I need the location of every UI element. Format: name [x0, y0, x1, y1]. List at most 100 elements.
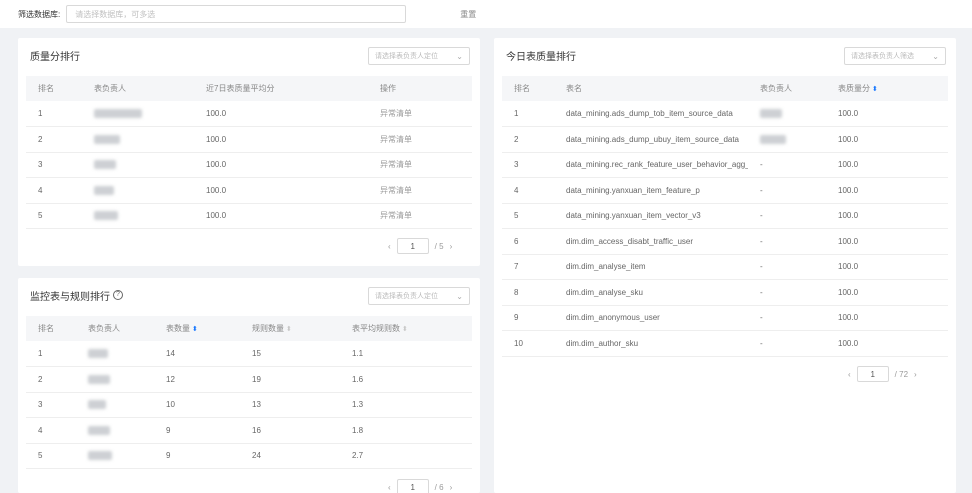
- owner-empty: -: [760, 211, 763, 221]
- database-filter-input[interactable]: [66, 5, 407, 23]
- owner-cell: -: [748, 152, 826, 178]
- table-row: 6 dim.dim_access_disabt_traffic_user - 100.…: [502, 228, 948, 255]
- page-total: / 5: [434, 241, 444, 251]
- quality-score-cell: 100.0: [826, 228, 948, 255]
- col-owner: 表负责人: [94, 84, 126, 93]
- today-rank-owner-select[interactable]: 请选择表负责人筛选 ⌄: [844, 47, 946, 65]
- owner-empty: -: [760, 160, 763, 170]
- page-number-input[interactable]: [856, 366, 889, 382]
- owner-empty: -: [760, 313, 763, 323]
- owner-empty: -: [760, 185, 763, 195]
- owner-cell: [82, 177, 194, 204]
- rank-cell: 4: [26, 177, 82, 204]
- redacted-owner: [760, 134, 786, 144]
- next-page-icon[interactable]: ›: [444, 242, 459, 251]
- score-cell: 100.0: [194, 101, 368, 127]
- col-avg-score: 近7日表质量平均分: [206, 84, 275, 93]
- col-rank: 排名: [38, 324, 54, 333]
- chevron-down-icon: ⌄: [456, 51, 463, 61]
- exception-list-link[interactable]: 异常清单: [380, 160, 412, 169]
- rank-cell: 3: [26, 392, 76, 418]
- page-number-input[interactable]: [396, 238, 429, 254]
- database-filter-label: 筛选数据库:: [18, 9, 61, 19]
- owner-cell: [76, 443, 154, 469]
- rule-rank-owner-select[interactable]: 请选择表负责人定位 ⌄: [368, 287, 470, 305]
- owner-cell: [82, 101, 194, 127]
- exception-list-link[interactable]: 异常清单: [380, 186, 412, 195]
- rank-cell: 2: [26, 126, 82, 153]
- col-avg-rules[interactable]: 表平均规则数 ⬍: [340, 316, 472, 341]
- table-count-cell: 9: [154, 443, 240, 469]
- rank-cell: 5: [502, 203, 554, 229]
- sort-icon[interactable]: ⬍: [872, 86, 878, 93]
- sort-icon[interactable]: ⬍: [192, 326, 198, 333]
- rank-cell: 3: [502, 152, 554, 178]
- prev-page-icon[interactable]: ‹: [842, 370, 857, 379]
- col-table-count[interactable]: 表数量 ⬍: [154, 316, 240, 341]
- score-cell: 100.0: [194, 126, 368, 153]
- col-avg-rules-label: 表平均规则数: [352, 324, 400, 333]
- exception-list-link[interactable]: 异常清单: [380, 135, 412, 144]
- owner-cell: -: [748, 279, 826, 306]
- redacted-owner: [88, 451, 112, 461]
- table-header-row: 排名 表负责人 近7日表质量平均分 操作: [26, 76, 472, 101]
- table-name-cell: dim.dim_analyse_sku: [554, 279, 748, 306]
- redacted-owner: [94, 211, 118, 221]
- sort-icon[interactable]: ⬍: [286, 326, 292, 333]
- redacted-owner: [94, 185, 114, 195]
- table-row: 2 12 19 1.6: [26, 366, 472, 393]
- rank-cell: 2: [502, 126, 554, 153]
- score-rank-title: 质量分排行: [30, 51, 80, 63]
- col-rule-count[interactable]: 规则数量 ⬍: [240, 316, 340, 341]
- action-cell: 异常清单: [368, 177, 472, 204]
- score-rank-select-placeholder: 请选择表负责人定位: [375, 53, 438, 60]
- rank-cell: 1: [26, 101, 82, 127]
- table-row: 3 10 13 1.3: [26, 392, 472, 418]
- table-row: 4 100.0 异常清单: [26, 177, 472, 204]
- table-name-cell: dim.dim_author_sku: [554, 330, 748, 357]
- col-action: 操作: [380, 84, 396, 93]
- help-icon[interactable]: ?: [113, 290, 123, 300]
- score-rank-owner-select[interactable]: 请选择表负责人定位 ⌄: [368, 47, 470, 65]
- today-rank-card: 今日表质量排行 请选择表负责人筛选 ⌄ 排名 表名 表负责人 表质量分 ⬍ 1 da…: [494, 38, 956, 493]
- avg-rule-cell: 1.3: [340, 392, 472, 418]
- quality-score-cell: 100.0: [826, 279, 948, 306]
- score-rank-pager: ‹ / 5 ›: [382, 238, 458, 254]
- reset-button[interactable]: 重置: [460, 9, 476, 20]
- table-row: 1 data_mining.ads_dump_tob_item_source_da…: [502, 101, 948, 127]
- rank-cell: 9: [502, 305, 554, 331]
- sort-icon[interactable]: ⬍: [402, 326, 408, 333]
- col-rule-count-label: 规则数量: [252, 324, 284, 333]
- page-number-input[interactable]: [396, 479, 429, 493]
- table-row: 5 data_mining.yanxuan_item_vector_v3 - 100.…: [502, 203, 948, 229]
- table-name-cell: data_mining.ads_dump_ubuy_item_source_da…: [554, 126, 748, 153]
- rank-cell: 6: [502, 228, 554, 255]
- table-row: 1 100.0 异常清单: [26, 101, 472, 127]
- today-rank-table: 排名 表名 表负责人 表质量分 ⬍ 1 data_mining.ads_dump_t…: [502, 76, 948, 357]
- rule-count-cell: 16: [240, 417, 340, 444]
- exception-list-link[interactable]: 异常清单: [380, 211, 412, 220]
- next-page-icon[interactable]: ›: [908, 370, 923, 379]
- page-total: / 6: [434, 482, 444, 492]
- col-quality-score[interactable]: 表质量分 ⬍: [826, 76, 948, 101]
- table-name-cell: dim.dim_analyse_item: [554, 254, 748, 280]
- table-count-cell: 9: [154, 417, 240, 444]
- next-page-icon[interactable]: ›: [444, 483, 459, 492]
- prev-page-icon[interactable]: ‹: [382, 242, 397, 251]
- prev-page-icon[interactable]: ‹: [382, 483, 397, 492]
- rule-count-cell: 24: [240, 443, 340, 469]
- rule-count-cell: 15: [240, 341, 340, 367]
- exception-list-link[interactable]: 异常清单: [380, 109, 412, 118]
- redacted-owner: [88, 400, 106, 410]
- chevron-down-icon: ⌄: [456, 291, 463, 301]
- filter-bar: 筛选数据库: 重置: [0, 0, 972, 28]
- rank-cell: 5: [26, 443, 76, 469]
- table-name-cell: dim.dim_anonymous_user: [554, 305, 748, 331]
- owner-empty: -: [760, 287, 763, 297]
- redacted-owner: [94, 109, 142, 119]
- col-rank: 排名: [514, 84, 530, 93]
- rank-cell: 3: [26, 152, 82, 178]
- table-row: 7 dim.dim_analyse_item - 100.0: [502, 254, 948, 280]
- owner-cell: -: [748, 254, 826, 280]
- owner-cell: [76, 392, 154, 418]
